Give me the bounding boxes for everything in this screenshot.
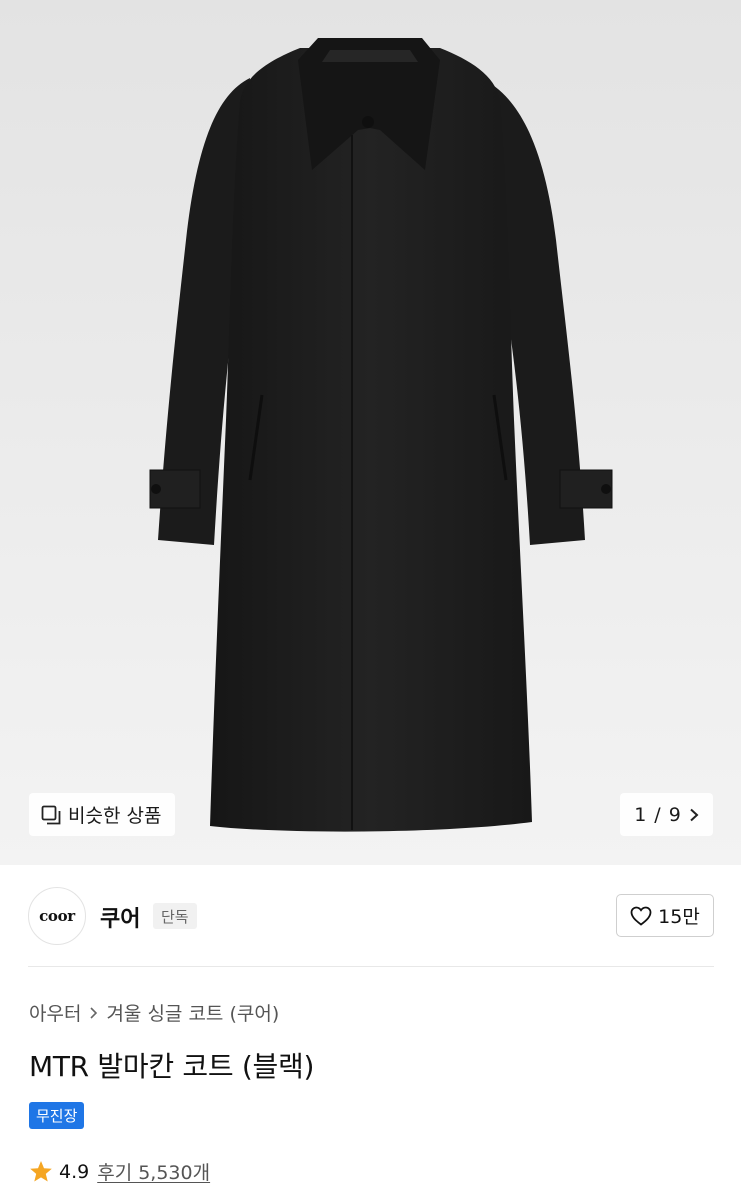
pager-total: 9	[668, 803, 681, 826]
pager-current: 1	[634, 803, 647, 826]
breadcrumb: 아우터 겨울 싱글 코트 (쿠어)	[29, 999, 279, 1026]
exclusive-badge: 단독	[153, 903, 197, 929]
brand-row: coor 쿠어 단독 15만	[28, 887, 714, 945]
product-title: MTR 발마칸 코트 (블랙)	[29, 1050, 315, 1083]
image-pager[interactable]: 1 / 9	[620, 793, 713, 836]
similar-products-button[interactable]: 비슷한 상품	[29, 793, 176, 836]
divider	[28, 966, 714, 967]
similar-products-icon	[41, 805, 61, 824]
heart-icon	[630, 906, 652, 926]
brand-logo-text: coor	[39, 907, 75, 925]
rating-row: 4.9 후기 5,530개	[29, 1158, 210, 1185]
product-image-coat	[149, 38, 613, 832]
breadcrumb-item-outer[interactable]: 아우터	[29, 999, 81, 1026]
reviews-link[interactable]: 후기 5,530개	[97, 1158, 210, 1185]
pager-separator: /	[654, 803, 661, 826]
product-image-gallery[interactable]: 비슷한 상품 1 / 9	[0, 0, 741, 865]
rating-score: 4.9	[59, 1160, 90, 1183]
chevron-right-icon	[90, 1006, 98, 1019]
breadcrumb-item-category[interactable]: 겨울 싱글 코트 (쿠어)	[106, 999, 279, 1026]
brand-logo[interactable]: coor	[28, 887, 86, 945]
like-button[interactable]: 15만	[616, 894, 714, 937]
like-count: 15만	[658, 906, 700, 928]
shipping-badge: 무진장	[29, 1102, 85, 1129]
star-icon	[30, 1161, 52, 1182]
similar-products-label: 비슷한 상품	[68, 805, 162, 827]
brand-name[interactable]: 쿠어	[100, 901, 140, 933]
chevron-right-icon	[690, 808, 699, 821]
